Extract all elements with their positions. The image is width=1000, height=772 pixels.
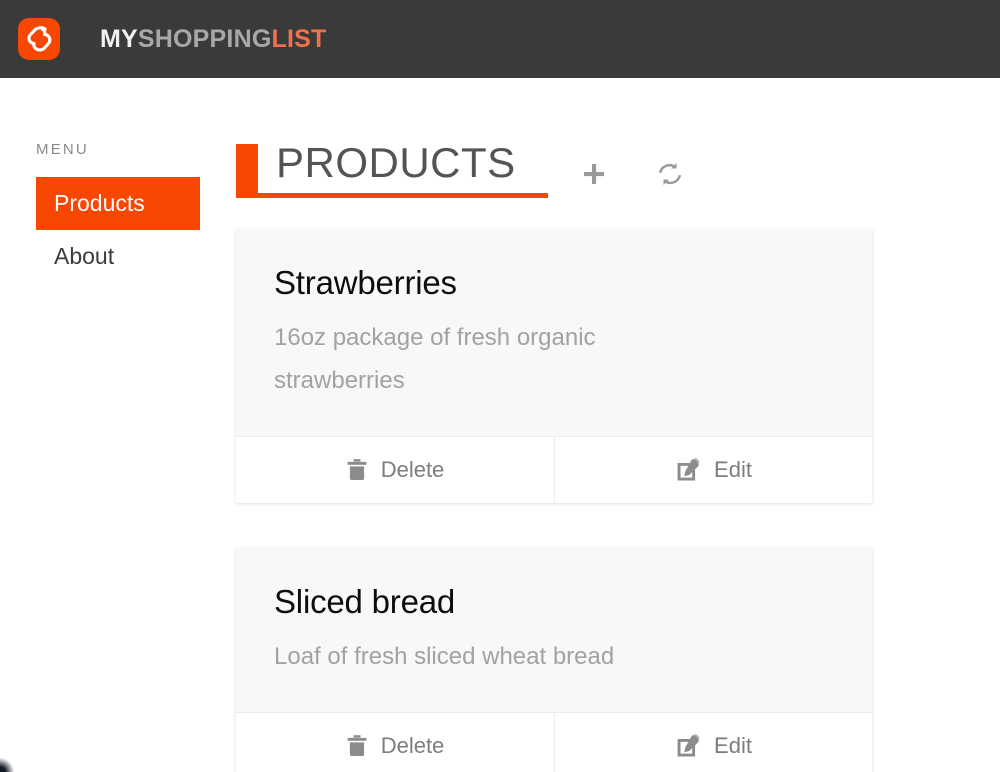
sidebar-item-about-label: About	[54, 242, 115, 269]
sidebar-item-products[interactable]: Products	[36, 177, 200, 230]
brand-part-my: MY	[100, 24, 138, 53]
product-description: 16oz package of fresh organic strawberri…	[274, 323, 596, 394]
pencil-square-icon	[677, 457, 700, 481]
pencil-square-icon	[677, 733, 700, 757]
add-product-button[interactable]	[572, 152, 616, 196]
product-card-body: Strawberries 16oz package of fresh organ…	[236, 229, 872, 436]
sidebar-heading: MENU	[36, 141, 89, 158]
edit-button-label: Edit	[714, 733, 752, 759]
delete-button[interactable]: Delete	[236, 713, 554, 772]
product-card-actions: Delete Edit	[236, 712, 872, 772]
brand-part-shopping: SHOPPING	[137, 24, 272, 53]
top-navbar: MYSHOPPINGLIST	[0, 0, 1000, 78]
edit-button-label: Edit	[714, 457, 752, 483]
brand-title: MYSHOPPINGLIST	[100, 24, 327, 53]
page-title-wrap: PRODUCTS	[236, 139, 548, 198]
sidebar-menu-list: Products About	[36, 177, 200, 283]
header-actions	[548, 142, 692, 196]
delete-button-label: Delete	[380, 733, 445, 759]
svelte-s-logo-icon[interactable]	[18, 18, 60, 60]
content-header: PRODUCTS	[236, 139, 1000, 198]
brand-part-list: LIST	[271, 24, 327, 53]
edit-button[interactable]: Edit	[554, 713, 872, 772]
page-title: PRODUCTS	[276, 139, 516, 186]
trash-icon	[347, 735, 367, 757]
product-card-actions: Delete Edit	[236, 436, 872, 504]
refresh-products-button[interactable]	[648, 152, 692, 196]
trash-icon	[347, 459, 367, 481]
product-card-body: Sliced bread Loaf of fresh sliced wheat …	[236, 548, 872, 712]
product-description: Loaf of fresh sliced wheat bread	[274, 643, 615, 671]
delete-button[interactable]: Delete	[236, 437, 554, 504]
sidebar: MENU Products About	[0, 142, 200, 772]
product-name: Strawberries	[274, 263, 457, 301]
main-content: PRODUCTS Strawberries 16oz package of fr…	[200, 139, 1000, 772]
product-card: Strawberries 16oz package of fresh organ…	[236, 228, 872, 504]
product-name: Sliced bread	[274, 583, 456, 621]
sidebar-item-products-label: Products	[54, 190, 145, 216]
plus-icon	[584, 164, 604, 184]
sidebar-item-about[interactable]: About	[36, 230, 200, 283]
svelte-s-logo-svg	[18, 18, 60, 60]
page-body: MENU Products About PRODUCTS Strawberrie…	[0, 78, 1000, 772]
delete-button-label: Delete	[380, 457, 445, 483]
edit-button[interactable]: Edit	[554, 437, 872, 504]
product-card: Sliced bread Loaf of fresh sliced wheat …	[236, 548, 872, 772]
refresh-icon	[658, 163, 682, 185]
